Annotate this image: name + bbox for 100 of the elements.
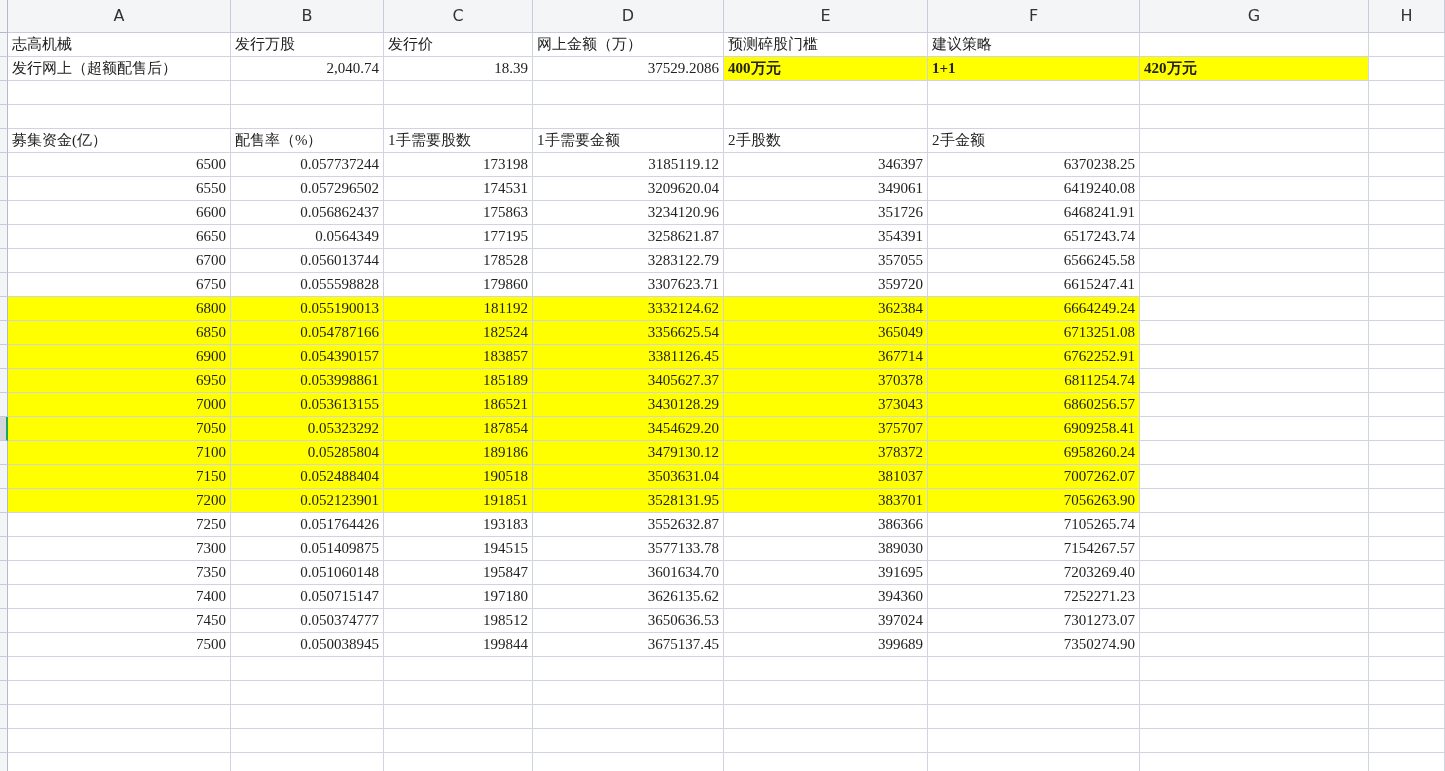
column-header[interactable]: B bbox=[231, 0, 384, 33]
row-header[interactable] bbox=[0, 249, 8, 273]
table-cell: 354391 bbox=[724, 225, 928, 249]
row-header[interactable] bbox=[0, 177, 8, 201]
row-header[interactable] bbox=[0, 129, 8, 153]
table-cell: 6500 bbox=[8, 153, 231, 177]
corner-cell[interactable] bbox=[0, 0, 8, 33]
row-header[interactable] bbox=[0, 345, 8, 369]
table-cell: 募集资金(亿） bbox=[8, 129, 231, 153]
table-cell: 0.050715147 bbox=[231, 585, 384, 609]
row-header[interactable] bbox=[0, 753, 8, 771]
table-cell: 362384 bbox=[724, 297, 928, 321]
table-cell: 3356625.54 bbox=[533, 321, 724, 345]
table-cell: 2手股数 bbox=[724, 129, 928, 153]
column-header[interactable]: A bbox=[8, 0, 231, 33]
row-header[interactable] bbox=[0, 225, 8, 249]
table-cell: 6700 bbox=[8, 249, 231, 273]
row-header[interactable] bbox=[0, 369, 8, 393]
table-cell: 6860256.57 bbox=[928, 393, 1140, 417]
table-cell: 0.052488404 bbox=[231, 465, 384, 489]
table-cell: 7400 bbox=[8, 585, 231, 609]
row-header[interactable] bbox=[0, 105, 8, 129]
table-cell: 391695 bbox=[724, 561, 928, 585]
table-cell: 3454629.20 bbox=[533, 417, 724, 441]
table-cell: 399689 bbox=[724, 633, 928, 657]
table-cell: 7000 bbox=[8, 393, 231, 417]
column-header[interactable]: H bbox=[1369, 0, 1445, 33]
table-cell: 6517243.74 bbox=[928, 225, 1140, 249]
row-header[interactable] bbox=[0, 153, 8, 177]
table-cell: 18.39 bbox=[384, 57, 533, 81]
row-header[interactable] bbox=[0, 513, 8, 537]
table-cell: 网上金额（万） bbox=[533, 33, 724, 57]
table-cell: 193183 bbox=[384, 513, 533, 537]
column-header[interactable]: D bbox=[533, 0, 724, 33]
table-cell: 3209620.04 bbox=[533, 177, 724, 201]
table-cell: 349061 bbox=[724, 177, 928, 201]
table-cell: 6550 bbox=[8, 177, 231, 201]
row-header[interactable] bbox=[0, 489, 8, 513]
row-header[interactable] bbox=[0, 705, 8, 729]
row-header[interactable] bbox=[0, 657, 8, 681]
row-header[interactable] bbox=[0, 537, 8, 561]
column-header[interactable]: F bbox=[928, 0, 1140, 33]
table-cell: 3430128.29 bbox=[533, 393, 724, 417]
table-cell: 175863 bbox=[384, 201, 533, 225]
table-cell: 190518 bbox=[384, 465, 533, 489]
table-cell: 386366 bbox=[724, 513, 928, 537]
row-header[interactable] bbox=[0, 633, 8, 657]
table-cell: 0.051409875 bbox=[231, 537, 384, 561]
row-header[interactable] bbox=[0, 81, 8, 105]
table-cell: 6750 bbox=[8, 273, 231, 297]
table-cell: 199844 bbox=[384, 633, 533, 657]
row-header[interactable] bbox=[0, 417, 8, 441]
table-cell: 6370238.25 bbox=[928, 153, 1140, 177]
table-cell: 183857 bbox=[384, 345, 533, 369]
table-cell: 3332124.62 bbox=[533, 297, 724, 321]
table-cell: 6600 bbox=[8, 201, 231, 225]
column-header[interactable]: E bbox=[724, 0, 928, 33]
table-cell: 7203269.40 bbox=[928, 561, 1140, 585]
table-cell: 1手需要金额 bbox=[533, 129, 724, 153]
table-cell: 185189 bbox=[384, 369, 533, 393]
table-cell: 367714 bbox=[724, 345, 928, 369]
table-cell: 0.053998861 bbox=[231, 369, 384, 393]
row-header[interactable] bbox=[0, 273, 8, 297]
table-cell: 400万元 bbox=[724, 57, 928, 81]
table-cell: 6900 bbox=[8, 345, 231, 369]
column-header[interactable]: G bbox=[1140, 0, 1369, 33]
table-cell: 187854 bbox=[384, 417, 533, 441]
row-header[interactable] bbox=[0, 201, 8, 225]
table-cell: 配售率（%） bbox=[231, 129, 384, 153]
row-header[interactable] bbox=[0, 729, 8, 753]
row-header[interactable] bbox=[0, 321, 8, 345]
table-cell: 3577133.78 bbox=[533, 537, 724, 561]
table-cell: 0.053613155 bbox=[231, 393, 384, 417]
table-cell: 420万元 bbox=[1140, 57, 1369, 81]
table-cell: 7200 bbox=[8, 489, 231, 513]
row-header[interactable] bbox=[0, 561, 8, 585]
table-cell: 357055 bbox=[724, 249, 928, 273]
row-header[interactable] bbox=[0, 297, 8, 321]
table-cell: 7050 bbox=[8, 417, 231, 441]
table-cell: 182524 bbox=[384, 321, 533, 345]
row-header[interactable] bbox=[0, 681, 8, 705]
row-header[interactable] bbox=[0, 57, 8, 81]
table-cell: 0.05323292 bbox=[231, 417, 384, 441]
table-cell: 6909258.41 bbox=[928, 417, 1140, 441]
row-header[interactable] bbox=[0, 465, 8, 489]
row-header[interactable] bbox=[0, 33, 8, 57]
table-cell: 7150 bbox=[8, 465, 231, 489]
table-cell: 7154267.57 bbox=[928, 537, 1140, 561]
row-header[interactable] bbox=[0, 609, 8, 633]
table-cell: 6713251.08 bbox=[928, 321, 1140, 345]
table-cell: 0.051764426 bbox=[231, 513, 384, 537]
table-cell: 6762252.91 bbox=[928, 345, 1140, 369]
table-cell: 0.056862437 bbox=[231, 201, 384, 225]
table-cell: 375707 bbox=[724, 417, 928, 441]
table-cell: 178528 bbox=[384, 249, 533, 273]
row-header[interactable] bbox=[0, 441, 8, 465]
row-header[interactable] bbox=[0, 585, 8, 609]
row-header[interactable] bbox=[0, 393, 8, 417]
table-cell: 3650636.53 bbox=[533, 609, 724, 633]
column-header[interactable]: C bbox=[384, 0, 533, 33]
